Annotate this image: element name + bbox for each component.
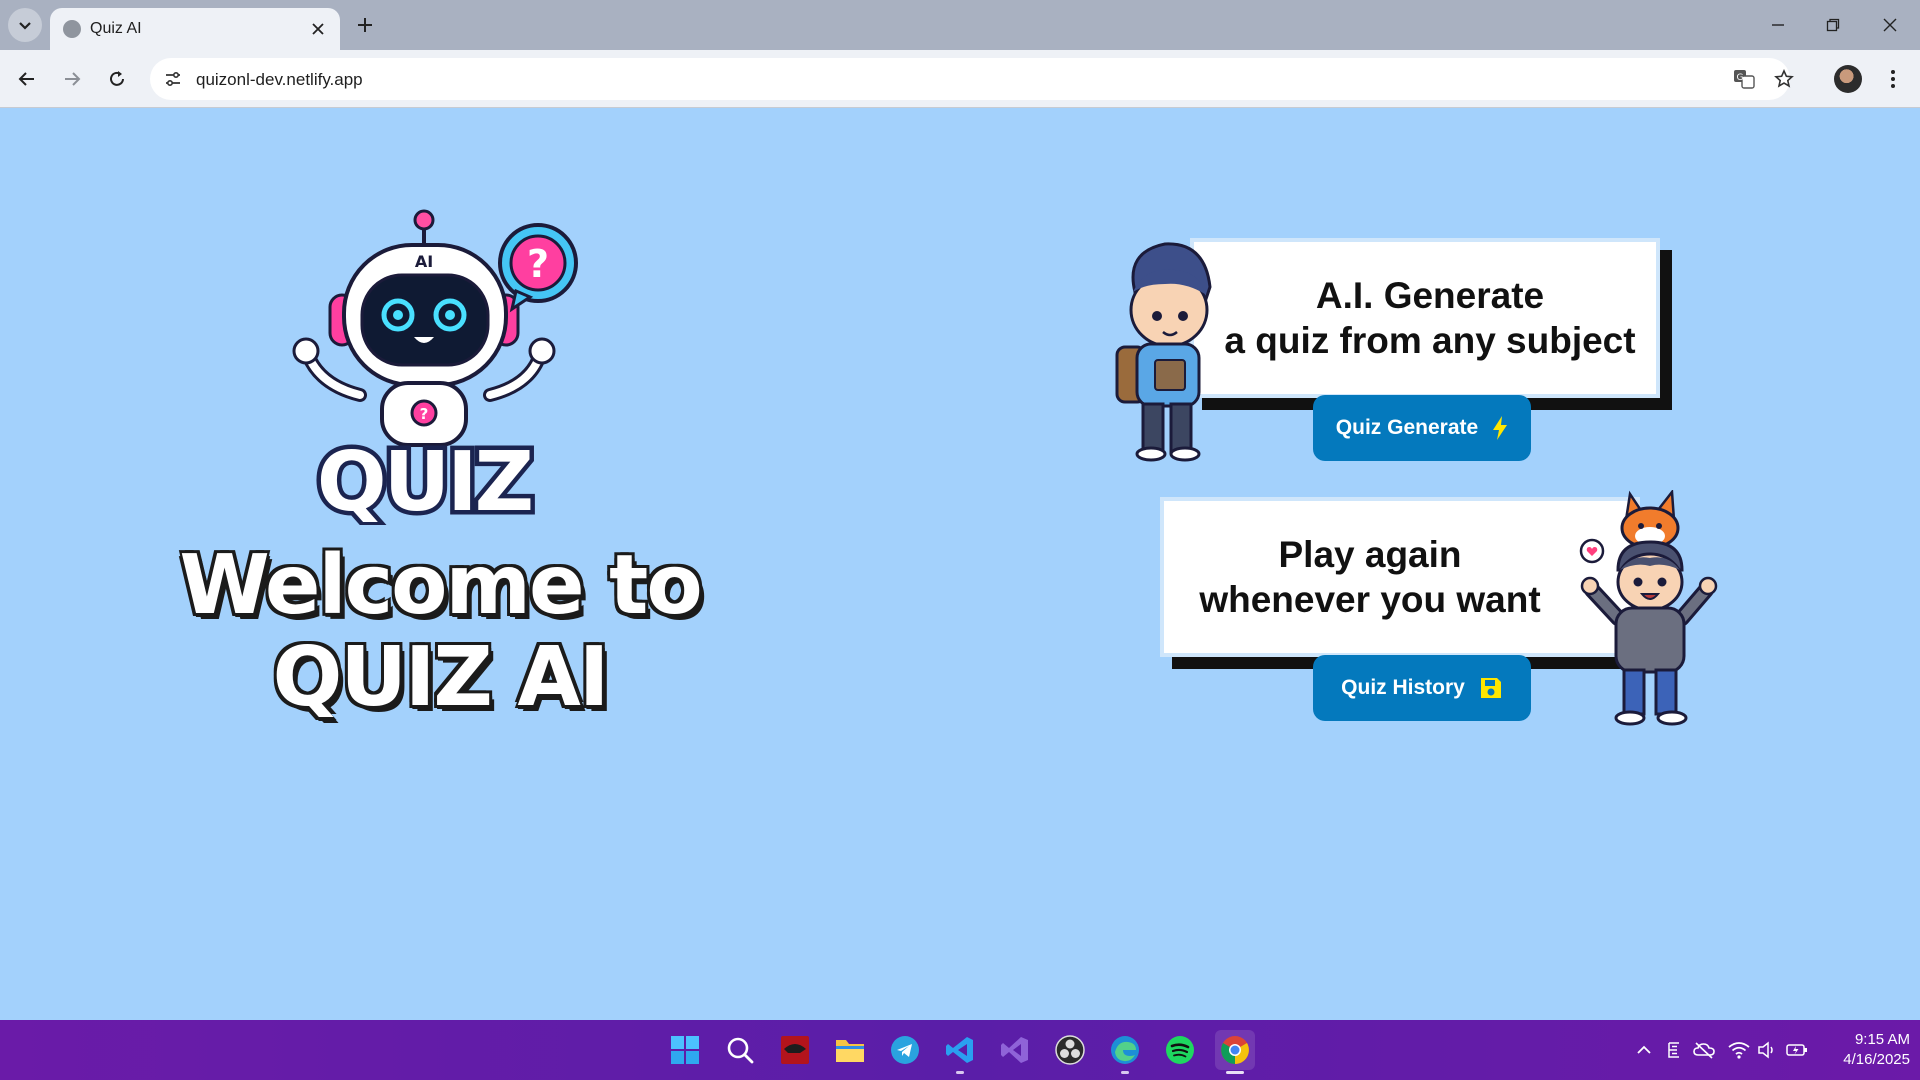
welcome-heading: Welcome to QUIZ AI: [140, 540, 740, 724]
card2-line-2: whenever you want: [1199, 579, 1541, 620]
vscode-icon[interactable]: [940, 1030, 980, 1074]
arrow-right-icon: [65, 72, 81, 86]
site-settings-icon[interactable]: [160, 66, 186, 92]
quiz-history-button[interactable]: Quiz History: [1313, 655, 1531, 721]
close-icon: [312, 23, 324, 35]
quiz-generate-button[interactable]: Quiz Generate: [1313, 395, 1531, 461]
play-again-card: Play again whenever you want: [1160, 497, 1640, 657]
chrome-icon[interactable]: [1215, 1030, 1255, 1074]
wifi-icon[interactable]: [1727, 1038, 1751, 1062]
card1-line-2: a quiz from any subject: [1224, 320, 1636, 361]
restore-button[interactable]: [1813, 8, 1853, 42]
edge-running-indicator: [1121, 1071, 1129, 1074]
browser-toolbar: quizonl-dev.netlify.app G: [0, 50, 1920, 108]
url-text: quizonl-dev.netlify.app: [196, 70, 363, 89]
new-tab-button[interactable]: [350, 10, 380, 40]
app-icon[interactable]: [775, 1030, 815, 1070]
chrome-active-indicator: [1226, 1071, 1244, 1074]
start-icon[interactable]: [665, 1030, 705, 1070]
input-method-icon[interactable]: [1662, 1038, 1686, 1062]
browser-menu-button[interactable]: [1878, 64, 1908, 94]
arrow-left-icon: [18, 72, 34, 86]
lightning-bolt-icon: [1493, 416, 1508, 440]
svg-text:G: G: [1737, 73, 1744, 83]
welcome-line-2: QUIZ AI: [272, 630, 610, 725]
vscode-running-indicator: [956, 1071, 964, 1074]
student-boy-illustration: [1115, 242, 1212, 462]
boy-with-fox-illustration: [1580, 490, 1718, 726]
search-icon[interactable]: [720, 1030, 760, 1070]
quiz-generate-label: Quiz Generate: [1335, 416, 1479, 439]
reload-icon: [110, 71, 124, 86]
translate-icon[interactable]: G: [1730, 66, 1758, 92]
tab-title: Quiz AI: [90, 20, 142, 37]
more-vertical-icon: [1891, 70, 1895, 88]
reload-button[interactable]: [100, 62, 134, 96]
chevron-up-icon[interactable]: [1632, 1038, 1656, 1062]
clock-time: 9:15 AM: [1854, 1031, 1910, 1048]
svg-text:?: ?: [527, 242, 549, 286]
card2-line-1: Play again: [1278, 534, 1462, 575]
close-tab-button[interactable]: [306, 17, 330, 41]
ai-generate-card: A.I. Generate a quiz from any subject: [1190, 238, 1660, 398]
battery-charging-icon[interactable]: [1785, 1038, 1809, 1062]
windows-taskbar: 9:15 AM 4/16/2025: [0, 1020, 1920, 1080]
minimize-icon: [1772, 24, 1784, 26]
plus-icon: [358, 18, 372, 32]
spotify-icon[interactable]: [1160, 1030, 1200, 1070]
close-icon: [1883, 18, 1897, 32]
chevron-down-icon: [19, 22, 31, 30]
card1-line-1: A.I. Generate: [1315, 275, 1545, 316]
ai-generate-card-text: A.I. Generate a quiz from any subject: [1224, 273, 1635, 363]
tab-search-button[interactable]: [8, 8, 42, 42]
svg-text:?: ?: [420, 405, 429, 423]
address-bar[interactable]: quizonl-dev.netlify.app G: [150, 58, 1794, 100]
logo-ai-badge: AI: [415, 252, 433, 271]
floppy-save-icon: [1480, 678, 1501, 698]
browser-tab-bar: Quiz AI: [0, 0, 1920, 50]
system-clock[interactable]: 9:15 AM 4/16/2025: [1820, 1030, 1910, 1070]
profile-avatar[interactable]: [1834, 65, 1862, 93]
obs-icon[interactable]: [1050, 1030, 1090, 1070]
visual-studio-icon[interactable]: [995, 1030, 1035, 1070]
file-explorer-icon[interactable]: [830, 1030, 870, 1070]
onedrive-offline-icon[interactable]: [1692, 1038, 1716, 1062]
active-tab[interactable]: Quiz AI: [50, 8, 340, 50]
edge-icon[interactable]: [1105, 1030, 1145, 1074]
quiz-history-label: Quiz History: [1341, 676, 1465, 699]
globe-icon: [63, 20, 81, 38]
telegram-icon[interactable]: [885, 1030, 925, 1070]
back-button[interactable]: [10, 62, 44, 96]
minimize-button[interactable]: [1758, 8, 1798, 42]
logo-quiz-text: QUIZ: [317, 435, 531, 525]
quiz-robot-logo: AI ? ? QUIZ: [292, 209, 578, 525]
volume-icon[interactable]: [1755, 1038, 1779, 1062]
bookmark-star-icon[interactable]: [1770, 66, 1798, 92]
close-window-button[interactable]: [1870, 8, 1910, 42]
restore-icon: [1826, 18, 1840, 32]
play-again-card-text: Play again whenever you want: [1199, 532, 1540, 622]
clock-date: 4/16/2025: [1843, 1051, 1910, 1068]
forward-button[interactable]: [55, 62, 89, 96]
welcome-line-1: Welcome to: [179, 538, 702, 633]
